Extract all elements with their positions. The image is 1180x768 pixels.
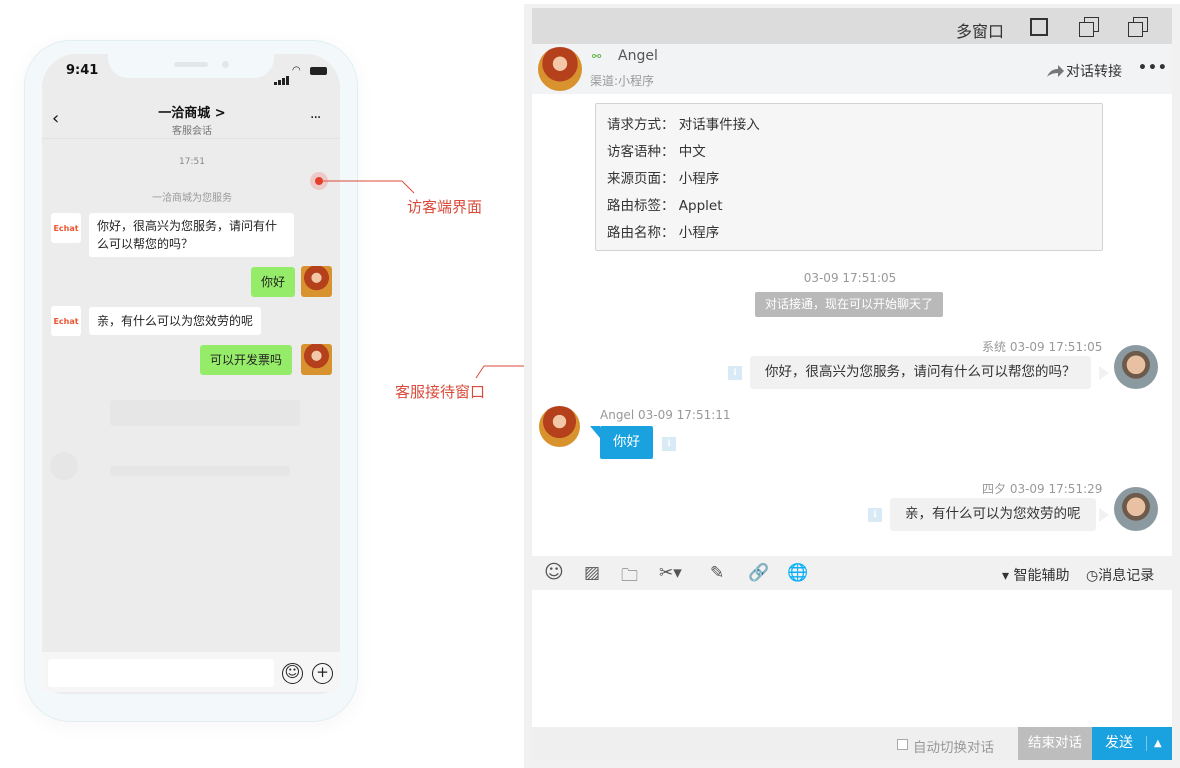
info-row: 请求方式： 对话事件接入 <box>607 117 760 133</box>
emoji-icon[interactable]: ☺ <box>544 561 564 583</box>
visitor-info-card: 请求方式： 对话事件接入 访客语种： 中文 来源页面： 小程序 路由标签： Ap… <box>595 103 1103 251</box>
smart-assist-button[interactable]: ▾ 智能辅助 <box>1002 565 1069 585</box>
info-row: 路由标签： Applet <box>607 198 723 214</box>
read-indicator-icon: ℹ <box>728 366 742 380</box>
message-meta: 系统 03-09 17:51:05 <box>982 340 1103 354</box>
visitor-interface-label: 访客端界面 <box>407 198 483 216</box>
read-indicator-icon: ℹ <box>868 508 882 522</box>
visitor-name: Angel <box>618 48 658 64</box>
info-row: 来源页面： 小程序 <box>607 171 720 187</box>
more-options-icon[interactable]: ••• <box>1138 60 1168 76</box>
link-icon[interactable]: 🔗 <box>748 563 769 583</box>
info-row: 访客语种： 中文 <box>607 144 706 160</box>
phone-message-input[interactable] <box>48 659 274 687</box>
send-button-label: 发送 <box>1105 735 1133 751</box>
message-meta: Angel 03-09 17:51:11 <box>600 408 731 422</box>
visitor-avatar <box>538 47 582 91</box>
agent-window-label: 客服接待窗口 <box>395 383 486 401</box>
message-meta: 四夕 03-09 17:51:29 <box>982 482 1103 496</box>
multi-window-button[interactable]: 多窗口 <box>956 18 1004 42</box>
screenshot-icon[interactable]: ✂▾ <box>659 563 682 583</box>
auto-switch-checkbox[interactable] <box>897 739 908 750</box>
plus-icon[interactable]: + <box>312 663 333 684</box>
single-window-icon[interactable] <box>1030 18 1048 36</box>
bubble-tail <box>590 426 600 438</box>
send-options-icon[interactable]: ▲ <box>1154 727 1162 760</box>
send-button[interactable]: 发送 ▲ <box>1092 727 1172 760</box>
connect-notice: 对话接通，现在可以开始聊天了 <box>755 292 943 317</box>
agent-message-bubble: 你好，很高兴为您服务，请问有什么可以帮您的吗？ <box>750 356 1091 389</box>
window-title-bar <box>532 8 1172 44</box>
visitor-message-bubble: 你好 <box>600 426 653 459</box>
link-icon: ⚯ <box>592 50 602 63</box>
faded-placeholder <box>110 400 300 426</box>
faded-placeholder <box>50 452 78 480</box>
edit-icon[interactable]: ✎ <box>710 563 724 583</box>
annotation-dot <box>310 172 328 190</box>
transfer-button[interactable]: 对话转接 <box>1066 61 1122 81</box>
read-indicator-icon: ℹ <box>662 437 676 451</box>
visitor-avatar <box>539 406 580 447</box>
bubble-tail <box>1099 508 1109 522</box>
end-conversation-button[interactable]: 结束对话 <box>1018 727 1092 760</box>
visitor-channel: 渠道:小程序 <box>590 74 655 88</box>
globe-icon[interactable]: 🌐 <box>787 563 808 583</box>
message-compose-area[interactable] <box>532 590 1172 727</box>
message-history-button[interactable]: ◷消息记录 <box>1086 565 1154 585</box>
auto-switch-label: 自动切换对话 <box>913 740 994 756</box>
folder-icon[interactable]: 🗀 <box>621 563 638 592</box>
bubble-tail <box>1099 366 1109 380</box>
info-row: 路由名称： 小程序 <box>607 225 720 241</box>
agent-avatar <box>1114 487 1158 531</box>
connect-timestamp: 03-09 17:51:05 <box>803 271 897 285</box>
faded-placeholder <box>110 466 290 476</box>
agent-message-bubble: 亲，有什么可以为您效劳的呢 <box>890 498 1096 531</box>
double-window-icon[interactable] <box>1079 17 1099 37</box>
agent-avatar <box>1114 345 1158 389</box>
emoji-icon[interactable]: ☺ <box>282 663 303 684</box>
image-icon[interactable]: ▨ <box>584 563 600 583</box>
tile-window-icon[interactable] <box>1128 17 1148 37</box>
send-separator <box>1146 736 1147 751</box>
annotation-lines <box>320 180 552 379</box>
transfer-icon <box>1046 63 1064 82</box>
